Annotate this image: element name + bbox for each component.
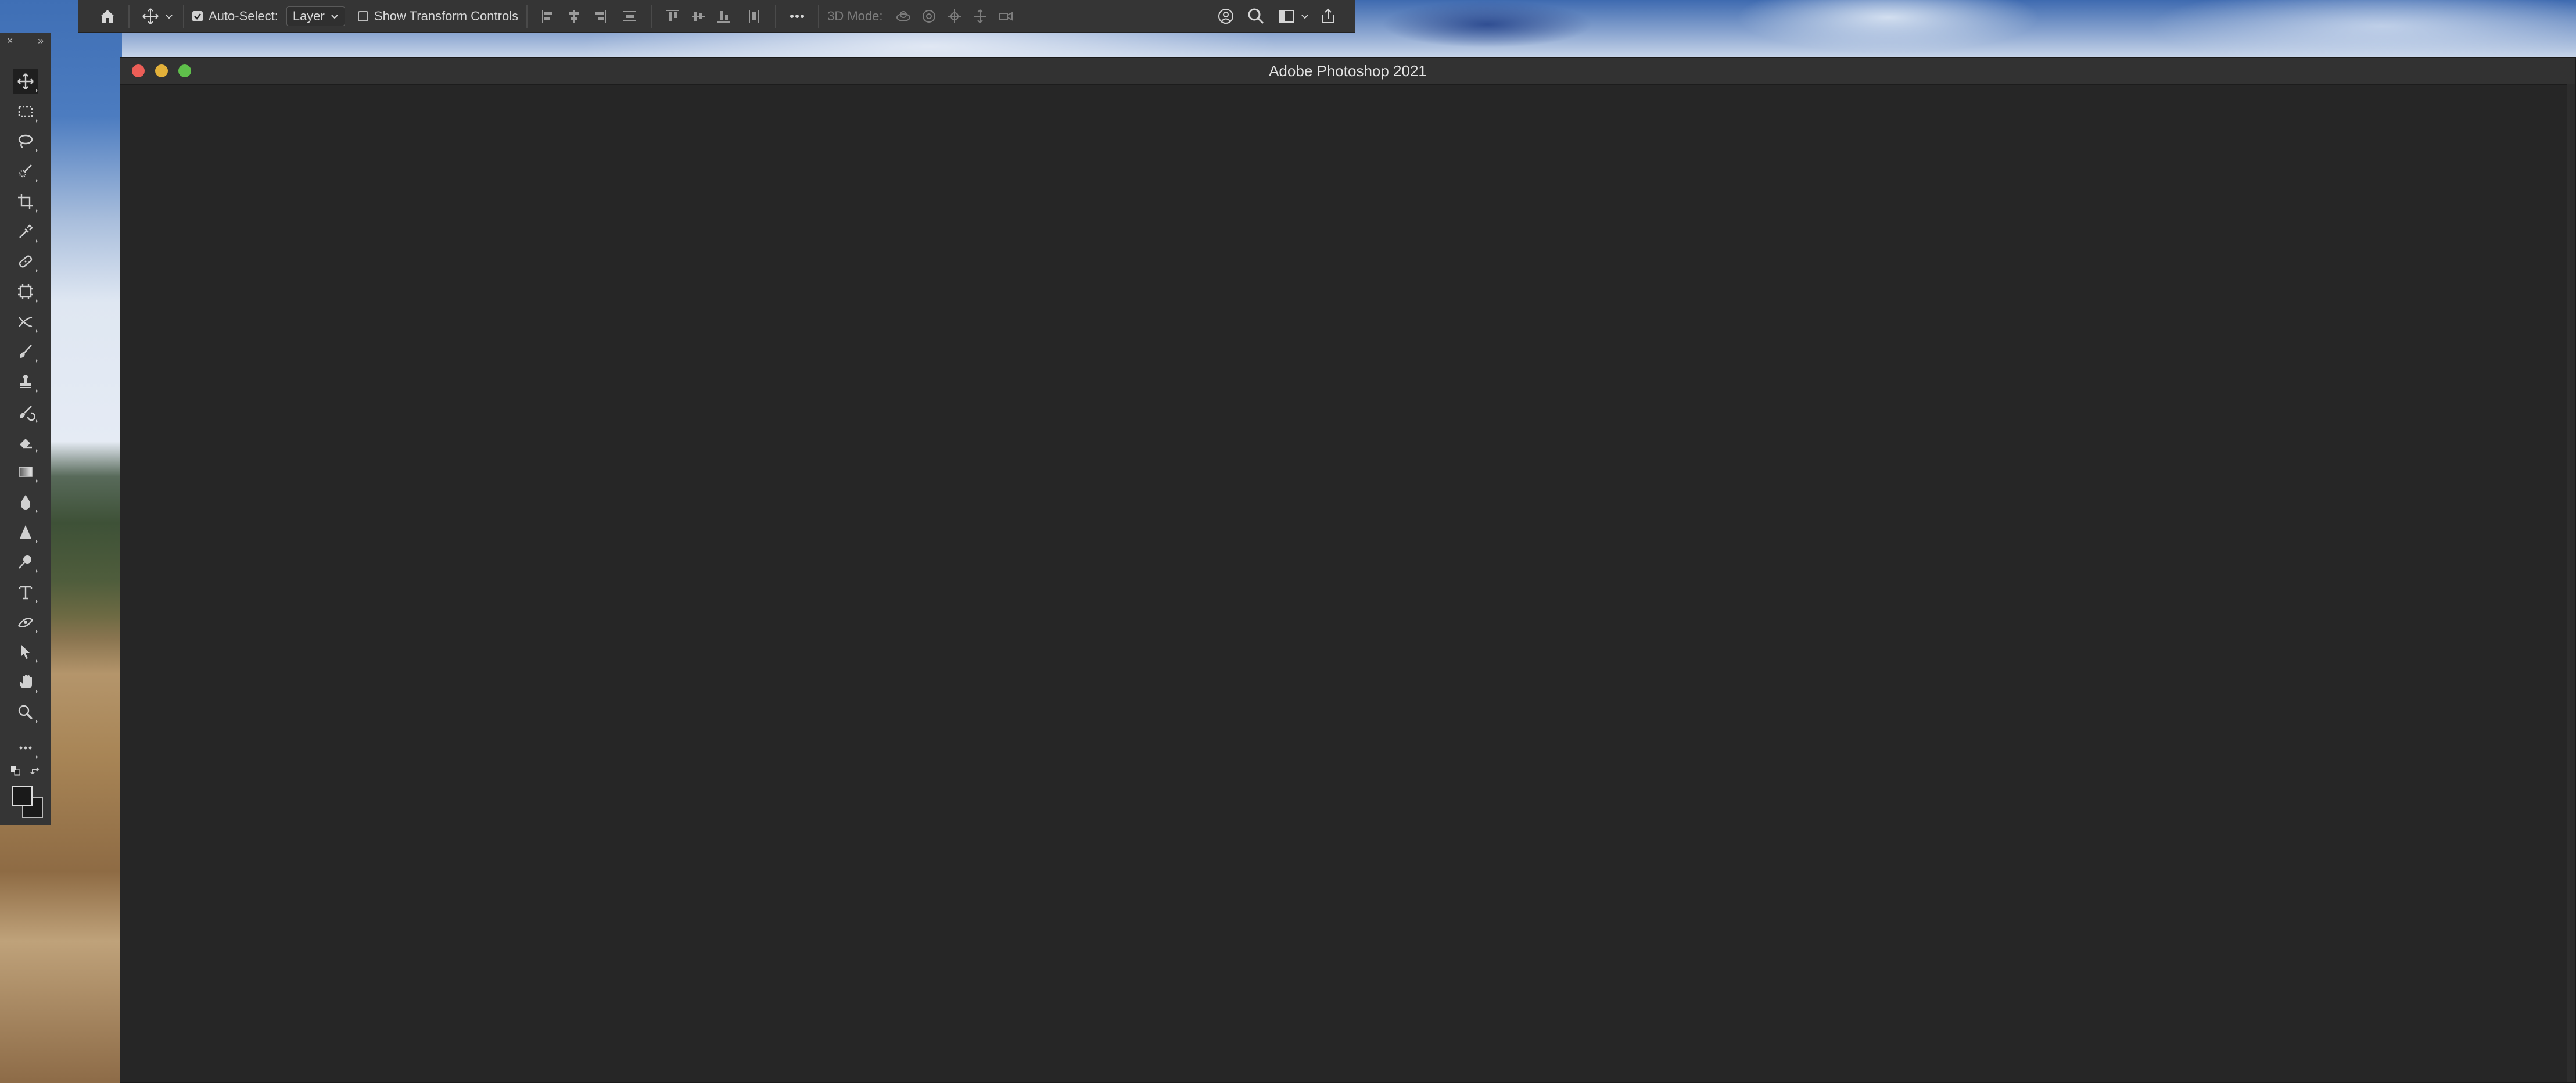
vertical-scrollbar[interactable] <box>2567 84 2575 1082</box>
quick-selection-tool[interactable] <box>13 159 38 184</box>
dodge-icon <box>19 555 31 569</box>
brush-icon <box>20 345 32 358</box>
auto-select-option[interactable]: Auto-Select: <box>192 9 278 24</box>
window-titlebar: Adobe Photoshop 2021 <box>120 58 2575 85</box>
pen-tool[interactable] <box>13 609 38 635</box>
stamp-icon <box>20 375 31 388</box>
clone-stamp-tool[interactable] <box>13 369 38 395</box>
dodge-tool[interactable] <box>13 549 38 575</box>
show-transform-label: Show Transform Controls <box>374 8 519 23</box>
3d-scale-icon[interactable] <box>993 3 1018 29</box>
arrow-icon <box>21 645 30 659</box>
align-center-icon[interactable] <box>561 3 587 29</box>
3d-roll-icon[interactable] <box>916 3 942 29</box>
eraser-tool[interactable] <box>13 429 38 454</box>
show-transform-checkbox[interactable] <box>357 10 368 21</box>
path-selection-tool[interactable] <box>13 639 38 665</box>
drop-icon <box>20 495 31 510</box>
cross-arrows-icon <box>19 316 33 328</box>
align-right-icon[interactable] <box>587 3 612 29</box>
move-tool[interactable] <box>13 69 38 94</box>
share-icon[interactable] <box>1315 3 1341 29</box>
tools-panel: × » <box>0 33 51 825</box>
bandage-icon <box>19 255 33 268</box>
zoom-icon <box>18 705 33 720</box>
eraser-icon <box>20 439 32 449</box>
3d-mode-text: 3D Mode: <box>827 8 883 23</box>
history-brush-icon <box>20 406 35 421</box>
window-title: Adobe Photoshop 2021 <box>1269 62 1427 80</box>
frame-icon <box>18 284 33 299</box>
chevron-down-icon[interactable] <box>1299 12 1311 20</box>
quick-selection-icon <box>19 164 32 178</box>
search-icon[interactable] <box>1243 3 1269 29</box>
hand-tool[interactable] <box>13 669 38 695</box>
auto-select-target-value: Layer <box>292 8 325 23</box>
3d-mode-label: 3D Mode: <box>827 9 882 24</box>
swap-colors-icon[interactable] <box>30 766 42 777</box>
more-options-icon[interactable] <box>784 3 810 29</box>
separator <box>128 4 130 28</box>
workspace-area <box>120 84 2567 1082</box>
home-icon[interactable] <box>95 3 120 29</box>
3d-orbit-icon[interactable] <box>891 3 916 29</box>
align-middle-icon[interactable] <box>686 3 711 29</box>
crop-icon <box>18 194 33 209</box>
expand-icon[interactable]: » <box>38 35 44 47</box>
tools-panel-header: × » <box>0 33 51 49</box>
chevron-down-icon <box>331 14 338 19</box>
spot-healing-tool[interactable] <box>13 249 38 274</box>
crop-tool[interactable] <box>13 189 38 214</box>
triangle-icon <box>20 525 31 539</box>
align-top-icon[interactable] <box>660 3 686 29</box>
move-icon <box>17 73 34 89</box>
marquee-icon <box>18 106 33 117</box>
hand-icon <box>19 675 32 688</box>
3d-drag-icon[interactable] <box>942 3 967 29</box>
separator <box>526 4 528 28</box>
eyedropper-icon <box>19 224 33 238</box>
close-icon[interactable]: × <box>7 35 13 47</box>
content-aware-move-tool[interactable] <box>13 309 38 335</box>
separator <box>775 4 777 28</box>
workspace-icon[interactable] <box>1273 3 1299 29</box>
brush-tool[interactable] <box>13 339 38 364</box>
auto-select-checkbox[interactable] <box>192 10 203 21</box>
separator <box>651 4 652 28</box>
lasso-tool[interactable] <box>13 128 38 154</box>
separator <box>183 4 184 28</box>
gradient-icon <box>19 467 33 477</box>
eyedropper-tool[interactable] <box>13 219 38 245</box>
zoom-tool[interactable] <box>13 700 38 725</box>
move-tool-preset-icon[interactable] <box>138 3 163 29</box>
rectangular-marquee-tool[interactable] <box>13 99 38 124</box>
align-bottom-icon[interactable] <box>711 3 737 29</box>
3d-slide-icon[interactable] <box>967 3 993 29</box>
ellipsis-icon <box>19 746 32 750</box>
frame-tool[interactable] <box>13 279 38 304</box>
pen-icon <box>18 618 33 627</box>
distribute-horizontal-icon[interactable] <box>741 3 767 29</box>
default-colors-icon[interactable] <box>10 766 21 776</box>
learn-icon[interactable] <box>1213 3 1239 29</box>
edit-toolbar[interactable] <box>13 735 38 761</box>
auto-select-target-dropdown[interactable]: Layer <box>286 6 345 26</box>
show-transform-option[interactable]: Show Transform Controls <box>357 8 519 24</box>
auto-select-label: Auto-Select: <box>209 8 278 23</box>
chevron-down-icon[interactable] <box>163 12 175 20</box>
foreground-color-swatch[interactable] <box>12 786 33 806</box>
distribute-vertical-icon[interactable] <box>617 3 643 29</box>
blur-tool[interactable] <box>13 489 38 515</box>
type-tool[interactable] <box>13 579 38 605</box>
sharpen-tool[interactable] <box>13 519 38 545</box>
photoshop-window: Adobe Photoshop 2021 <box>120 57 2576 1083</box>
history-brush-tool[interactable] <box>13 399 38 425</box>
separator <box>818 4 820 28</box>
align-left-icon[interactable] <box>536 3 561 29</box>
options-bar: Auto-Select: Layer Show Transform Contro… <box>78 0 1355 33</box>
type-icon <box>19 586 33 600</box>
lasso-icon <box>18 134 33 149</box>
gradient-tool[interactable] <box>13 459 38 485</box>
